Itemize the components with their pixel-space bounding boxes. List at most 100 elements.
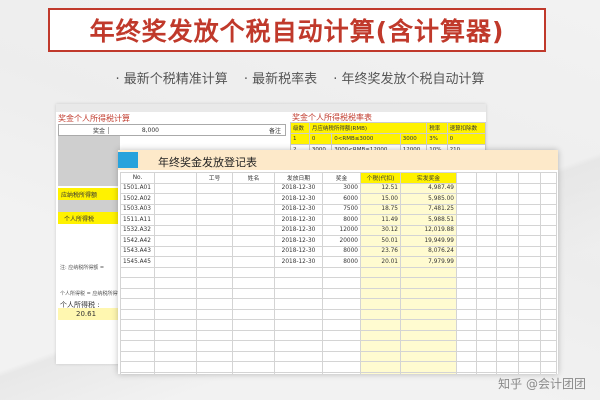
table-cell[interactable] — [496, 319, 519, 331]
table-cell[interactable] — [274, 350, 323, 362]
table-cell[interactable] — [456, 256, 477, 268]
table-cell[interactable] — [196, 371, 233, 374]
table-cell[interactable] — [476, 361, 497, 373]
table-cell[interactable] — [518, 193, 541, 205]
table-cell[interactable] — [476, 193, 497, 205]
table-row[interactable] — [120, 287, 557, 299]
table-cell[interactable] — [196, 235, 233, 247]
table-cell[interactable] — [196, 298, 233, 310]
table-cell[interactable] — [322, 340, 361, 352]
table-cell[interactable] — [456, 287, 477, 299]
table-cell[interactable] — [322, 287, 361, 299]
table-cell[interactable] — [274, 277, 323, 289]
table-cell[interactable] — [154, 350, 197, 362]
table-cell[interactable] — [496, 340, 519, 352]
table-cell[interactable] — [274, 298, 323, 310]
table-cell[interactable] — [540, 340, 557, 352]
table-cell[interactable]: 2018-12-30 — [274, 214, 323, 226]
table-cell[interactable]: 2018-12-30 — [274, 182, 323, 194]
table-cell[interactable] — [232, 235, 275, 247]
table-cell[interactable] — [496, 287, 519, 299]
table-cell[interactable] — [476, 329, 497, 341]
table-cell[interactable]: 3000 — [322, 182, 361, 194]
table-row[interactable]: 1503.A03 2018-12-30 7500 18.75 7,481.25 — [120, 203, 557, 215]
table-cell[interactable] — [154, 214, 197, 226]
table-cell[interactable] — [120, 329, 155, 341]
table-cell[interactable] — [540, 224, 557, 236]
table-cell[interactable] — [456, 182, 477, 194]
table-cell[interactable] — [496, 245, 519, 257]
table-cell[interactable] — [456, 319, 477, 331]
table-cell[interactable] — [360, 371, 401, 374]
table-cell[interactable] — [120, 371, 155, 374]
table-cell[interactable] — [120, 361, 155, 373]
table-cell[interactable] — [456, 266, 477, 278]
table-cell[interactable] — [232, 224, 275, 236]
table-cell[interactable] — [400, 277, 457, 289]
table-cell[interactable] — [540, 329, 557, 341]
table-cell[interactable] — [456, 214, 477, 226]
table-cell[interactable] — [232, 308, 275, 320]
table-cell[interactable] — [518, 329, 541, 341]
table-cell[interactable] — [120, 340, 155, 352]
table-cell[interactable] — [322, 266, 361, 278]
table-cell[interactable] — [232, 277, 275, 289]
table-cell[interactable] — [518, 340, 541, 352]
table-cell[interactable]: 1502.A02 — [120, 193, 155, 205]
table-row[interactable] — [120, 298, 557, 310]
table-cell[interactable] — [540, 203, 557, 215]
table-cell[interactable] — [518, 361, 541, 373]
table-cell[interactable]: 50.01 — [360, 235, 401, 247]
table-cell[interactable]: 6000 — [322, 193, 361, 205]
table-row[interactable] — [120, 361, 557, 373]
table-cell[interactable] — [540, 277, 557, 289]
table-cell[interactable] — [456, 245, 477, 257]
table-cell[interactable] — [540, 319, 557, 331]
table-cell[interactable] — [232, 319, 275, 331]
table-cell[interactable]: 8,076.24 — [400, 245, 457, 257]
table-cell[interactable] — [232, 298, 275, 310]
table-cell[interactable] — [154, 266, 197, 278]
table-cell[interactable] — [540, 350, 557, 362]
table-cell[interactable] — [476, 277, 497, 289]
table-cell[interactable] — [496, 308, 519, 320]
table-cell[interactable]: 4,987.49 — [400, 182, 457, 194]
table-cell[interactable] — [120, 350, 155, 362]
table-cell[interactable]: 2018-12-30 — [274, 193, 323, 205]
table-cell[interactable] — [496, 277, 519, 289]
table-cell[interactable]: 15.00 — [360, 193, 401, 205]
table-cell[interactable] — [476, 224, 497, 236]
table-cell[interactable] — [196, 287, 233, 299]
table-cell[interactable] — [518, 308, 541, 320]
table-cell[interactable]: 1543.A43 — [120, 245, 155, 257]
table-cell[interactable] — [154, 182, 197, 194]
table-cell[interactable] — [322, 319, 361, 331]
table-cell[interactable] — [540, 245, 557, 257]
table-cell[interactable] — [360, 298, 401, 310]
table-cell[interactable]: 30.12 — [360, 224, 401, 236]
table-cell[interactable] — [360, 277, 401, 289]
table-cell[interactable] — [518, 245, 541, 257]
table-row[interactable] — [120, 371, 557, 374]
table-cell[interactable] — [476, 298, 497, 310]
table-cell[interactable] — [496, 329, 519, 341]
table-cell[interactable] — [540, 371, 557, 374]
table-cell[interactable] — [154, 340, 197, 352]
table-cell[interactable] — [154, 256, 197, 268]
table-cell[interactable] — [196, 308, 233, 320]
table-cell[interactable] — [232, 214, 275, 226]
table-cell[interactable] — [518, 203, 541, 215]
table-cell[interactable] — [496, 256, 519, 268]
table-cell[interactable] — [196, 361, 233, 373]
table-cell[interactable]: 1503.A03 — [120, 203, 155, 215]
table-cell[interactable] — [322, 371, 361, 374]
table-cell[interactable] — [496, 235, 519, 247]
table-cell[interactable] — [456, 235, 477, 247]
table-cell[interactable]: 1511.A11 — [120, 214, 155, 226]
table-row[interactable] — [120, 340, 557, 352]
table-cell[interactable]: 7,481.25 — [400, 203, 457, 215]
table-cell[interactable] — [274, 329, 323, 341]
table-cell[interactable] — [400, 361, 457, 373]
table-cell[interactable] — [154, 193, 197, 205]
table-cell[interactable] — [154, 371, 197, 374]
